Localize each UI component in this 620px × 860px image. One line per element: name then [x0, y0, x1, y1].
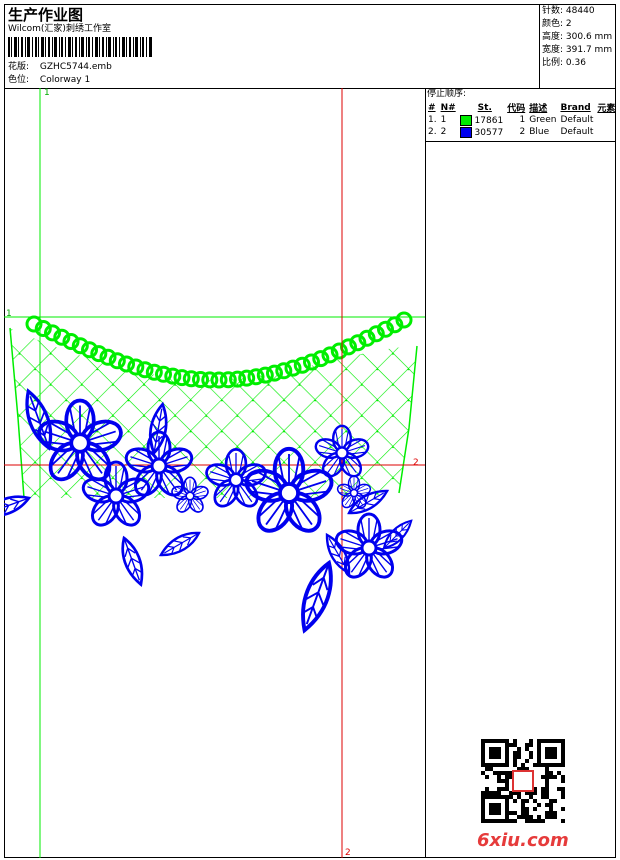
company-name: Wilcom(汇家)刺绣工作室	[8, 24, 111, 34]
design-label: 花版:	[8, 62, 30, 72]
stats-panel: 针数: 48440 颜色: 2 高度: 300.6 mm 宽度: 391.7 m…	[542, 6, 612, 71]
sequence-title: 停止顺序:	[427, 89, 467, 99]
qr-code	[481, 739, 565, 823]
barcode	[8, 37, 152, 57]
table-row: 1. 1 17861 1 Green Default	[428, 114, 594, 126]
color-swatch	[459, 126, 472, 138]
design-canvas	[4, 88, 425, 858]
col-code: 代码	[507, 104, 526, 114]
color-swatch	[459, 114, 472, 126]
stat-stitches: 针数: 48440	[542, 6, 595, 16]
colorway-row: 色位: Colorway 1	[8, 75, 90, 86]
col-needle: N#	[440, 102, 456, 113]
design-row: 花版: GZHC5744.emb	[8, 62, 112, 73]
stats-divider	[539, 4, 540, 88]
stat-colors: 颜色: 2	[542, 19, 572, 29]
design-value: GZHC5744.emb	[39, 62, 112, 72]
watermark-logo: 6xiu.com	[477, 830, 569, 851]
table-row: 2. 2 30577 2 Blue Default	[428, 126, 594, 138]
guide-label-green-top: 1	[44, 88, 50, 98]
col-stitches: St.	[477, 102, 492, 113]
col-desc: 描述	[529, 104, 548, 114]
col-element: 元素	[597, 104, 616, 114]
table-header-row: # N# St. 代码 描述 Brand 元素	[426, 101, 617, 115]
page-title: 生产作业图	[8, 6, 84, 24]
sidebar-divider	[425, 88, 426, 858]
stat-height: 高度: 300.6 mm	[542, 32, 613, 42]
guide-label-red-bottom: 2	[345, 848, 351, 858]
colorway-value: Colorway 1	[39, 75, 91, 85]
color-sequence-table: # N# St. 代码 描述 Brand 元素 1. 1 17861 1 Gre…	[426, 101, 617, 138]
colorway-label: 色位:	[8, 75, 30, 85]
stat-width: 宽度: 391.7 mm	[542, 45, 613, 55]
guide-label-green-left: 1	[6, 309, 12, 319]
col-brand: Brand	[560, 102, 591, 113]
sequence-divider	[425, 141, 616, 142]
col-index: #	[428, 102, 436, 113]
guide-label-red-right: 2	[413, 458, 419, 468]
stat-scale: 比例: 0.36	[542, 58, 586, 68]
